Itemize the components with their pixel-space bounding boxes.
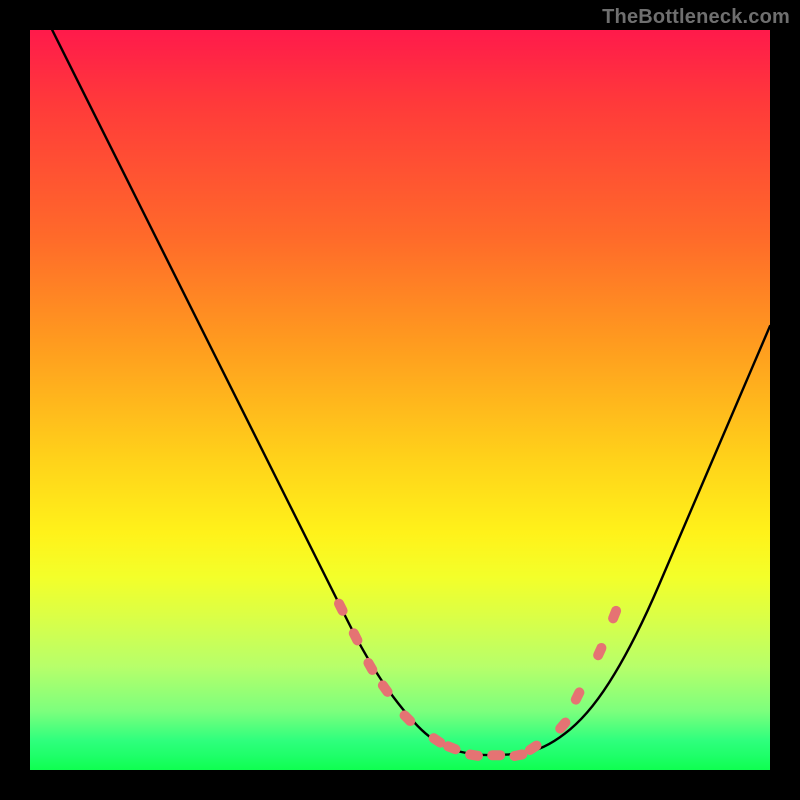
fit-marker [398, 708, 418, 728]
bottleneck-plot [30, 30, 770, 770]
fit-marker [464, 749, 483, 762]
watermark-label: TheBottleneck.com [602, 6, 790, 29]
fit-markers-group [332, 597, 622, 762]
fit-marker [553, 716, 572, 736]
chart-frame: TheBottleneck.com [0, 0, 800, 800]
curve-layer [30, 30, 770, 770]
fit-marker [607, 604, 623, 624]
fit-marker [569, 686, 586, 707]
fit-marker [487, 750, 505, 760]
fit-marker [347, 627, 364, 648]
fit-marker [592, 641, 609, 662]
bottleneck-curve-line [52, 30, 770, 755]
fit-marker [332, 597, 349, 618]
